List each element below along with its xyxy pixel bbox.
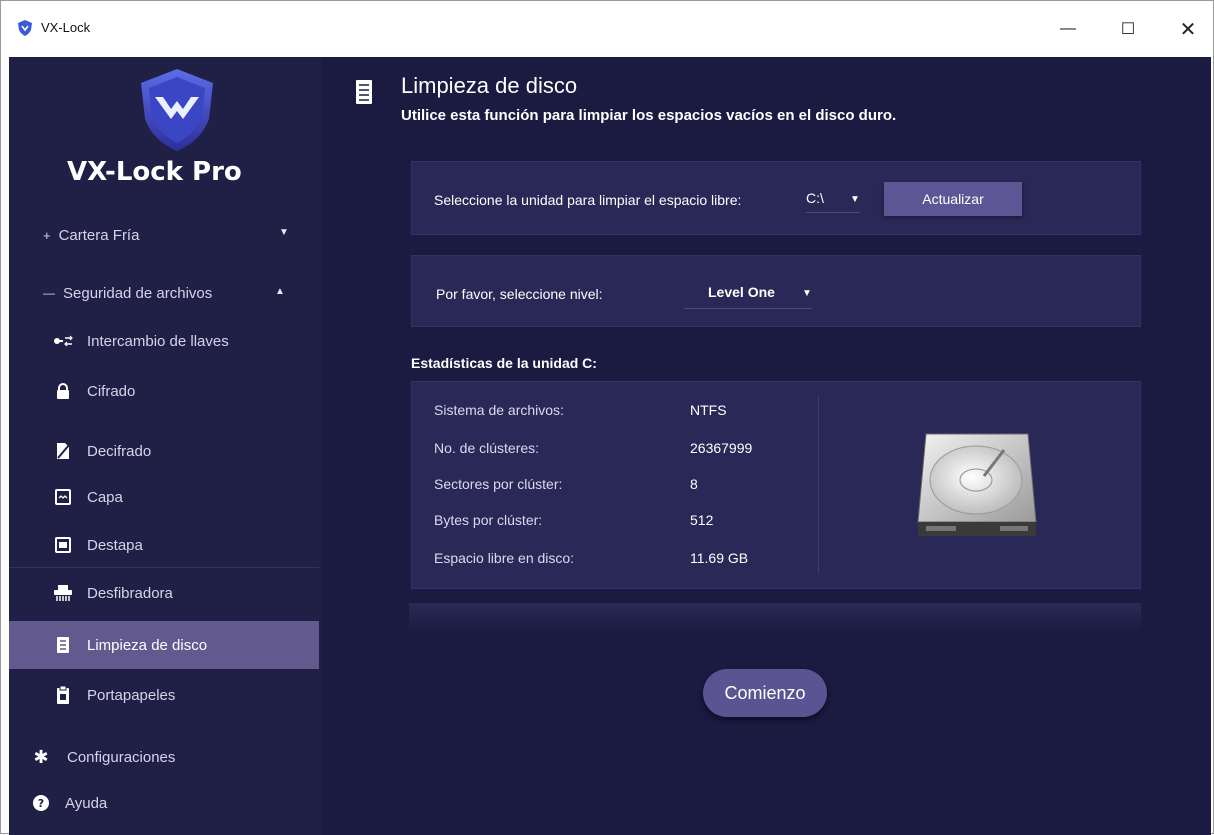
clipboard-icon <box>53 685 73 705</box>
page-title: Limpieza de disco <box>401 73 578 98</box>
stat-label: Sectores por clúster: <box>434 476 563 492</box>
sidebar-item-settings[interactable]: ✱ Configuraciones <box>9 737 319 777</box>
sidebar-item-label: Ayuda <box>65 794 108 812</box>
key-exchange-icon <box>53 331 73 351</box>
nav-group-label: Cartera Fría <box>58 226 140 244</box>
brand-name: VX-Lock Pro <box>67 157 242 187</box>
window-title: VX-Lock <box>41 20 91 35</box>
chevron-down-icon: ▼ <box>279 227 289 238</box>
maximize-button[interactable]: ☐ <box>1105 9 1151 49</box>
sidebar-item-label: Limpieza de disco <box>87 636 208 654</box>
sidebar-item-disk-cleanup[interactable]: Limpieza de disco <box>9 621 319 669</box>
sidebar-item-decrypt[interactable]: Decifrado <box>9 431 319 471</box>
drive-dropdown[interactable]: C:\ ▼ <box>806 190 860 213</box>
stats-divider <box>818 396 819 574</box>
sidebar-item-label: Cifrado <box>87 382 136 400</box>
hard-drive-icon <box>917 433 1037 536</box>
layer-icon <box>53 487 73 507</box>
sidebar-item-layer[interactable]: Capa <box>9 477 319 517</box>
stat-label: Bytes por clúster: <box>434 512 543 528</box>
sidebar-item-label: Destapa <box>87 536 143 554</box>
divider <box>9 567 319 568</box>
stats-heading: Estadísticas de la unidad C: <box>411 355 597 371</box>
page-subtitle: Utilice esta función para limpiar los es… <box>401 107 897 124</box>
title-bar[interactable]: VX-Lock — ☐ ✕ <box>1 1 1213 57</box>
gear-icon: ✱ <box>33 746 49 767</box>
stat-value: 11.69 GB <box>690 550 749 566</box>
level-select-label: Por favor, seleccione nivel: <box>436 286 603 302</box>
nav-group-label: Seguridad de archivos <box>63 284 213 302</box>
disk-clean-icon <box>356 80 372 104</box>
sidebar-item-label: Capa <box>87 488 123 506</box>
refresh-button[interactable]: Actualizar <box>884 182 1022 216</box>
disk-clean-icon <box>53 635 73 655</box>
level-select-panel: Por favor, seleccione nivel: Level One ▼ <box>411 255 1141 327</box>
app-body: VX-Lock Pro + Cartera Fría ▼ — Seguridad… <box>9 57 1211 835</box>
sidebar-item-label: Portapapeles <box>87 686 176 704</box>
collapse-minus: — <box>43 286 55 300</box>
start-button[interactable]: Comienzo <box>703 669 827 717</box>
drive-dropdown-value: C:\ <box>806 190 824 206</box>
sidebar: VX-Lock Pro + Cartera Fría ▼ — Seguridad… <box>9 57 321 835</box>
sidebar-item-label: Decifrado <box>87 442 152 460</box>
sidebar-item-key-exchange[interactable]: Intercambio de llaves <box>9 321 319 361</box>
sidebar-item-label: Desfibradora <box>87 584 173 602</box>
sidebar-item-clipboard[interactable]: Portapapeles <box>9 675 319 715</box>
chevron-down-icon: ▼ <box>850 194 860 205</box>
help-icon: ? <box>31 793 51 813</box>
sidebar-item-uncover[interactable]: Destapa <box>9 525 319 565</box>
stat-value: 8 <box>690 476 698 492</box>
chevron-down-icon: ▼ <box>802 288 812 299</box>
close-button[interactable]: ✕ <box>1165 9 1211 49</box>
stat-value: NTFS <box>690 402 727 418</box>
stat-label: Sistema de archivos: <box>434 402 564 418</box>
chevron-up-icon: ▲ <box>275 286 285 297</box>
expand-plus: + <box>43 227 51 243</box>
unlock-file-icon <box>53 441 73 461</box>
nav-group-cold-wallet[interactable]: + Cartera Fría ▼ <box>9 215 319 255</box>
stat-value: 26367999 <box>690 440 753 456</box>
stat-value: 512 <box>690 512 714 528</box>
uncover-icon <box>53 535 73 555</box>
level-dropdown[interactable]: Level One ▼ <box>684 284 812 309</box>
nav-group-file-security[interactable]: — Seguridad de archivos ▲ <box>9 273 319 313</box>
drive-select-panel: Seleccione la unidad para limpiar el esp… <box>411 161 1141 235</box>
sidebar-item-encrypt[interactable]: Cifrado <box>9 371 319 411</box>
sidebar-item-help[interactable]: ? Ayuda <box>9 783 319 823</box>
sidebar-item-label: Intercambio de llaves <box>87 332 229 350</box>
sidebar-item-shredder[interactable]: Desfibradora <box>9 573 319 613</box>
svg-text:?: ? <box>38 797 44 810</box>
lock-icon <box>53 381 73 401</box>
panel-shadow <box>409 603 1141 633</box>
vx-lock-logo-icon <box>141 69 213 151</box>
stats-panel: Sistema de archivos: NTFS No. de clúster… <box>411 381 1141 589</box>
stat-label: Espacio libre en disco: <box>434 550 575 566</box>
shield-app-icon <box>18 20 32 36</box>
drive-select-label: Seleccione la unidad para limpiar el esp… <box>434 192 742 208</box>
stat-label: No. de clústeres: <box>434 440 540 456</box>
level-dropdown-value: Level One <box>708 284 775 300</box>
app-window: VX-Lock — ☐ ✕ VX-Lock Pro + Cartera Fría… <box>0 0 1214 835</box>
main-content: Limpieza de disco Utilice esta función p… <box>321 57 1211 835</box>
shredder-icon <box>53 583 73 603</box>
sidebar-item-label: Configuraciones <box>67 748 176 766</box>
minimize-button[interactable]: — <box>1045 9 1091 49</box>
